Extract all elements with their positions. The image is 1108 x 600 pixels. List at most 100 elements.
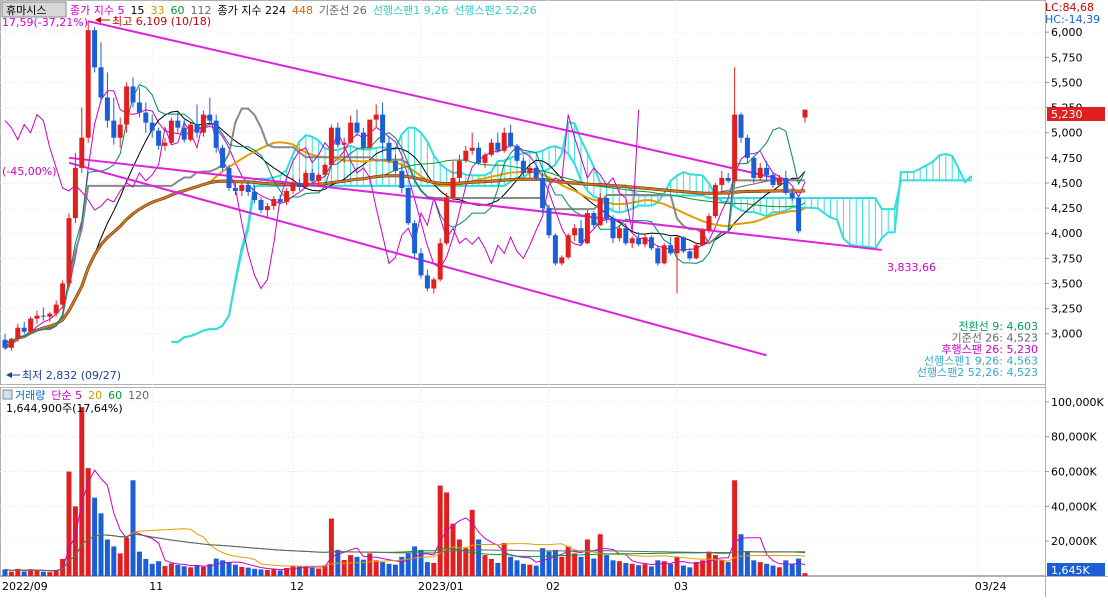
- candle-body[interactable]: [540, 177, 546, 209]
- candle-body[interactable]: [712, 184, 718, 217]
- volume-bar[interactable]: [764, 563, 770, 576]
- candle-body[interactable]: [309, 172, 315, 181]
- volume-bar[interactable]: [194, 565, 200, 576]
- candle-body[interactable]: [495, 142, 501, 151]
- volume-bar[interactable]: [156, 561, 162, 576]
- candle-body[interactable]: [591, 213, 597, 226]
- volume-bar[interactable]: [552, 549, 558, 576]
- volume-bar[interactable]: [680, 565, 686, 576]
- volume-bar[interactable]: [348, 555, 354, 576]
- volume-bar[interactable]: [143, 558, 149, 576]
- candle-body[interactable]: [610, 218, 616, 239]
- candle-body[interactable]: [111, 120, 117, 138]
- candle-body[interactable]: [104, 97, 110, 121]
- candle-body[interactable]: [239, 184, 245, 191]
- candle-body[interactable]: [444, 198, 450, 244]
- candle-body[interactable]: [661, 245, 667, 264]
- volume-bar[interactable]: [104, 539, 110, 576]
- candle-body[interactable]: [424, 275, 430, 289]
- candle-body[interactable]: [680, 237, 686, 252]
- candle-body[interactable]: [194, 124, 200, 133]
- volume-bar[interactable]: [712, 555, 718, 576]
- candle-body[interactable]: [53, 304, 59, 314]
- volume-bar[interactable]: [706, 551, 712, 576]
- candle-body[interactable]: [770, 174, 776, 185]
- volume-bar[interactable]: [380, 562, 386, 576]
- volume-bar[interactable]: [226, 562, 232, 576]
- volume-bar[interactable]: [597, 534, 603, 576]
- candle-body[interactable]: [47, 313, 53, 317]
- volume-bar[interactable]: [373, 560, 379, 576]
- candle-body[interactable]: [642, 237, 648, 245]
- volume-bar[interactable]: [386, 563, 392, 576]
- candle-body[interactable]: [303, 172, 309, 187]
- volume-bar[interactable]: [648, 566, 654, 576]
- candle-body[interactable]: [629, 238, 635, 244]
- volume-bar[interactable]: [245, 567, 251, 576]
- volume-bar[interactable]: [188, 567, 194, 576]
- volume-bar[interactable]: [578, 556, 584, 576]
- volume-bar[interactable]: [213, 558, 219, 576]
- volume-bar[interactable]: [623, 562, 629, 576]
- candle-body[interactable]: [501, 132, 507, 151]
- candle-body[interactable]: [386, 142, 392, 161]
- volume-bar[interactable]: [264, 569, 270, 576]
- candle-body[interactable]: [488, 142, 494, 155]
- candle-body[interactable]: [360, 132, 366, 148]
- volume-bar[interactable]: [130, 480, 136, 576]
- volume-bar[interactable]: [783, 560, 789, 576]
- candle-body[interactable]: [79, 137, 85, 168]
- candle-body[interactable]: [296, 182, 302, 187]
- candle-body[interactable]: [316, 174, 322, 181]
- volume-bar[interactable]: [34, 570, 40, 576]
- candle-body[interactable]: [15, 327, 21, 339]
- candle-body[interactable]: [744, 137, 750, 158]
- candle-body[interactable]: [559, 257, 565, 264]
- candle-body[interactable]: [706, 216, 712, 231]
- candle-body[interactable]: [60, 283, 66, 305]
- candle-body[interactable]: [124, 86, 130, 125]
- volume-bar[interactable]: [757, 562, 763, 576]
- candle-body[interactable]: [136, 102, 142, 113]
- volume-bar[interactable]: [482, 555, 488, 576]
- candle-body[interactable]: [655, 248, 661, 264]
- volume-bar[interactable]: [2, 569, 8, 576]
- candle-body[interactable]: [373, 114, 379, 120]
- candle-body[interactable]: [623, 228, 629, 244]
- candle-body[interactable]: [476, 147, 482, 163]
- volume-bar[interactable]: [789, 563, 795, 576]
- volume-bar[interactable]: [175, 564, 181, 576]
- volume-bar[interactable]: [533, 565, 539, 576]
- volume-bar[interactable]: [591, 558, 597, 576]
- candle-body[interactable]: [725, 177, 731, 181]
- volume-bar[interactable]: [271, 569, 277, 576]
- candle-body[interactable]: [258, 200, 264, 211]
- candle-body[interactable]: [40, 315, 46, 317]
- candle-body[interactable]: [335, 127, 341, 145]
- volume-bar[interactable]: [72, 506, 78, 576]
- volume-bar[interactable]: [309, 567, 315, 576]
- volume-bar[interactable]: [668, 563, 674, 576]
- candle-body[interactable]: [802, 109, 808, 118]
- candle-body[interactable]: [508, 132, 514, 146]
- candle-body[interactable]: [412, 223, 418, 254]
- candle-body[interactable]: [693, 245, 699, 259]
- candle-body[interactable]: [188, 124, 194, 140]
- volume-bar[interactable]: [162, 566, 168, 576]
- candle-body[interactable]: [668, 245, 674, 254]
- candle-body[interactable]: [687, 251, 693, 259]
- candle-body[interactable]: [72, 167, 78, 219]
- volume-bar[interactable]: [687, 567, 693, 576]
- candle-body[interactable]: [162, 142, 168, 146]
- candle-body[interactable]: [392, 160, 398, 171]
- candle-body[interactable]: [245, 184, 251, 192]
- volume-bar[interactable]: [181, 566, 187, 576]
- volume-bar[interactable]: [149, 563, 155, 576]
- candle-body[interactable]: [572, 228, 578, 236]
- candle-body[interactable]: [2, 339, 8, 348]
- volume-bar[interactable]: [239, 566, 245, 576]
- volume-bar[interactable]: [290, 565, 296, 576]
- volume-bar[interactable]: [117, 553, 123, 576]
- candle-body[interactable]: [783, 177, 789, 193]
- candle-body[interactable]: [220, 147, 226, 168]
